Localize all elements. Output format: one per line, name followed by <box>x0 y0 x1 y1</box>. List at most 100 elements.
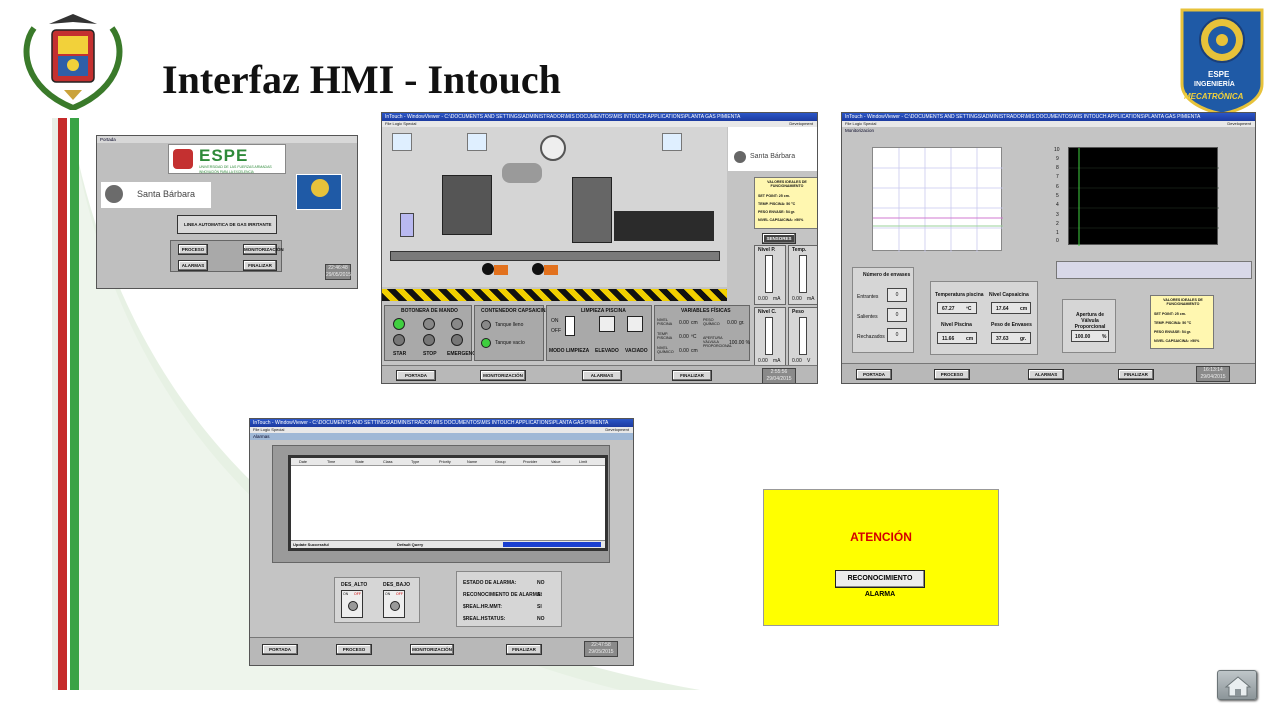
gauge-bar <box>765 255 773 293</box>
attention-title: ATENCIÓN <box>850 530 912 544</box>
limpieza-switch[interactable] <box>565 316 575 336</box>
y-tick: 5 <box>1056 193 1059 199</box>
y-tick: 7 <box>1056 174 1059 180</box>
monit-proceso-button[interactable]: PROCESO <box>934 369 970 380</box>
tank-full-label: Tanque lleno <box>495 322 524 328</box>
peso-value: 37.63 <box>996 336 1009 342</box>
portada-title: Portada <box>97 136 357 143</box>
monit-trend-chart-grid <box>1069 148 1219 246</box>
section-title: LIMPIEZA PISCINA <box>581 308 626 314</box>
proceso-monitorizacion-button[interactable]: MONITORIZACIÓN <box>480 370 526 381</box>
monit-menu[interactable]: File Logic Special <box>845 121 876 126</box>
stop-push-icon[interactable] <box>423 334 435 346</box>
y-tick: 0 <box>1056 238 1059 244</box>
gauge-value: 0.00 <box>792 296 802 302</box>
start-push-icon[interactable] <box>393 334 405 346</box>
alarm-col: Type <box>411 460 420 464</box>
monit-ideal-line: PESO ENVASE: 54 gr. <box>1154 330 1192 334</box>
vaciado-button[interactable] <box>627 316 643 332</box>
nivelcap-unit: cm <box>1020 306 1028 312</box>
alarmas-monitorizacion-button[interactable]: MONITORIZACIÓN <box>410 644 454 655</box>
alarmas-clock: 22:47:58 29/05/2015 <box>584 641 618 657</box>
nivelpis-label: Nivel Piscina <box>941 322 972 328</box>
sensores-button[interactable]: SENSORES <box>762 233 796 244</box>
alarm-table-header: Date Time State Class Type Priority Name… <box>291 458 605 466</box>
espe-banner-motto: INNOVACIÓN PARA LA EXCELENCIA <box>199 170 254 174</box>
alarm-col: State <box>355 460 364 464</box>
nivelpis-unit: cm <box>966 336 974 342</box>
alarmas-proceso-button[interactable]: PROCESO <box>336 644 372 655</box>
temp-box: 67.27 ºC <box>937 302 977 314</box>
pipe <box>502 163 542 183</box>
portada-alarmas-button[interactable]: ALARMAS <box>178 260 208 271</box>
alarm-status-left: Update Successful <box>293 542 329 547</box>
monit-trend-controls[interactable] <box>1056 261 1252 279</box>
monit-alarmas-button[interactable]: ALARMAS <box>1028 369 1064 380</box>
status-value: NO <box>537 580 545 586</box>
des-alto-switch[interactable]: ON OFF <box>341 590 363 618</box>
alarmas-menu[interactable]: File Logic Special <box>253 427 284 432</box>
envases-panel: Número de envases Entrantes 0 Salientes … <box>852 267 914 353</box>
proceso-alarmas-button[interactable]: ALARMAS <box>582 370 622 381</box>
slide: Interfaz HMI - Intouch ESPE INGENIERÍA M… <box>0 0 1280 720</box>
attention-popup: ATENCIÓN RECONOCIMIENTO ALARMA <box>763 489 999 626</box>
gauge-bar <box>799 255 807 293</box>
gauge-value: 0.00 <box>792 358 802 364</box>
status-label: ESTADO DE ALARMA: <box>463 580 517 586</box>
motor-icon <box>544 265 558 275</box>
peso-label: Peso de Envases <box>991 322 1032 328</box>
contenedor-panel: CONTENEDOR CAPSAICINA Tanque lleno Tanqu… <box>474 305 549 361</box>
monit-portada-button[interactable]: PORTADA <box>856 369 892 380</box>
proceso-ideal-title: VALORES IDEALES DE FUNCIONAMIENTO <box>767 180 807 188</box>
envases-value: 0 <box>887 328 907 342</box>
alarm-table: Date Time State Class Type Priority Name… <box>288 455 608 551</box>
proceso-clock-date: 29/04/2015 <box>766 376 792 382</box>
var-label: NIVEL QUÍMICO <box>657 346 674 354</box>
gauge-unit: mA <box>773 296 781 302</box>
alarmas-portada-button[interactable]: PORTADA <box>262 644 298 655</box>
screenshot-monitorizacion: InTouch - WindowViewer - C:\DOCUMENTS AN… <box>841 112 1256 384</box>
status-label: $REAL.HSTATUS: <box>463 616 506 622</box>
sw-off: OFF <box>396 592 403 596</box>
acknowledge-alarm-button[interactable]: RECONOCIMIENTO ALARMA <box>835 570 925 598</box>
sw-off: OFF <box>354 592 361 596</box>
monit-finalizar-button[interactable]: FINALIZAR <box>1118 369 1154 380</box>
peso-label: PESO QUÍMICO <box>703 318 720 326</box>
screenshot-portada: Portada ESPE UNIVERSIDAD DE LAS FUERZAS … <box>96 135 358 289</box>
motor-icon <box>494 265 508 275</box>
alarm-switch-panel: DES_ALTO DES_BAJO ON OFF ON OFF <box>334 577 420 623</box>
portada-monitorizacion-button[interactable]: MONITORIZACIÓN <box>243 244 284 255</box>
gauge-label: Nivel C. <box>758 309 777 315</box>
var-value: 0.00 <box>679 320 689 326</box>
elevado-button[interactable] <box>599 316 615 332</box>
peso-unit: gr. <box>739 320 745 326</box>
proceso-menu[interactable]: File Logic Special <box>385 121 416 126</box>
emergency-push-icon[interactable] <box>451 334 463 346</box>
proceso-finalizar-button[interactable]: FINALIZAR <box>672 370 712 381</box>
logo-line-espe: ESPE <box>1208 70 1230 79</box>
portada-finalizar-button[interactable]: FINALIZAR <box>243 260 277 271</box>
des-bajo-switch[interactable]: ON OFF <box>383 590 405 618</box>
proceso-ideal-line: SET POINT: 25 cm. <box>758 194 790 198</box>
temp-unit: ºC <box>966 306 972 312</box>
machine-left <box>442 175 492 235</box>
portada-clock-time: 22:46:48 <box>328 265 348 271</box>
nivelcap-box: 17.64 cm <box>991 302 1031 314</box>
fan-icon <box>540 135 566 161</box>
peso-unit: gr. <box>1020 336 1027 342</box>
var-unit: cm <box>691 348 698 354</box>
var-label: NIVEL PISCINA <box>657 318 673 326</box>
proceso-ideal-line: TEMP. PISCINA: 50 ºC <box>758 202 796 206</box>
y-tick: 2 <box>1056 221 1059 227</box>
nivelcap-label: Nivel Capsaicina <box>989 292 1029 298</box>
alarm-col: Value <box>551 460 561 464</box>
proceso-portada-button[interactable]: PORTADA <box>396 370 436 381</box>
logo-line-mecatronica: MECATRÓNICA <box>1184 92 1244 101</box>
valve-panel: Apertura de Válvula Proporcional 100.00 … <box>1062 299 1116 353</box>
nivelpis-value: 11.66 <box>942 336 955 342</box>
switch-label: DES_BAJO <box>383 582 410 588</box>
alarmas-finalizar-button[interactable]: FINALIZAR <box>506 644 542 655</box>
portada-proceso-button[interactable]: PROCESO <box>178 244 208 255</box>
screenshot-proceso: InTouch - WindowViewer - C:\DOCUMENTS AN… <box>381 112 818 384</box>
home-button[interactable] <box>1217 670 1257 700</box>
